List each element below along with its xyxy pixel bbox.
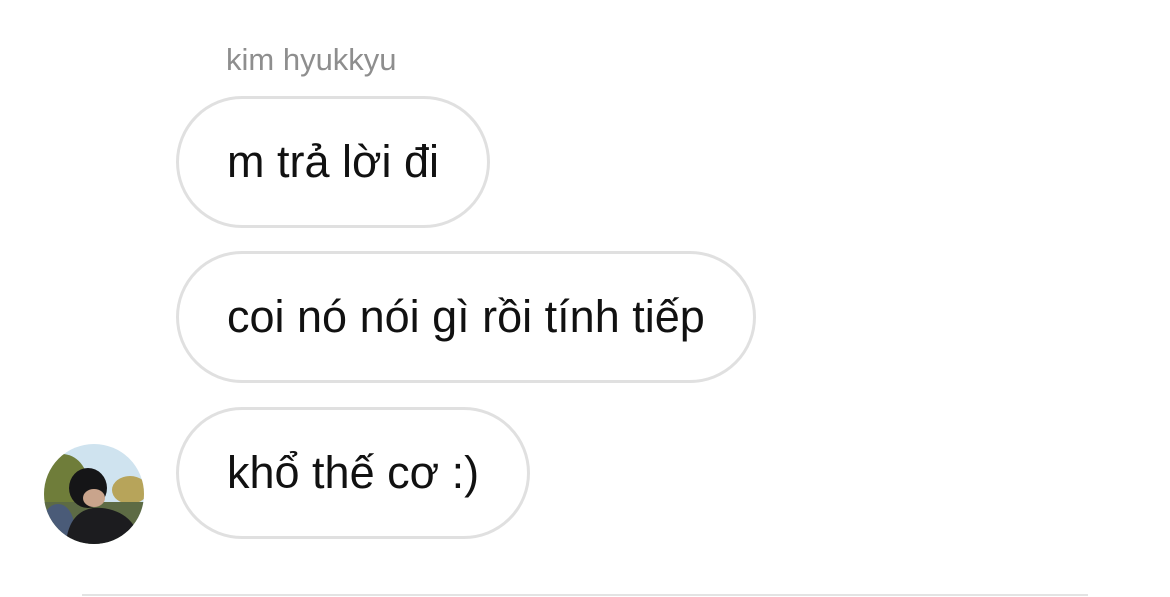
message-text: m trả lời đi — [227, 136, 440, 187]
profile-photo-icon — [44, 444, 144, 544]
message-text: khổ thế cơ :) — [227, 447, 480, 498]
sender-avatar[interactable] — [44, 444, 144, 544]
divider — [82, 594, 1088, 596]
message-bubble-1[interactable]: m trả lời đi — [176, 96, 491, 228]
message-bubble-3[interactable]: khổ thế cơ :) — [176, 407, 531, 539]
message-bubble-2[interactable]: coi nó nói gì rồi tính tiếp — [176, 251, 756, 383]
message-text: coi nó nói gì rồi tính tiếp — [227, 291, 705, 342]
avatar-face — [83, 489, 105, 507]
sender-name: kim hyukkyu — [226, 42, 397, 77]
